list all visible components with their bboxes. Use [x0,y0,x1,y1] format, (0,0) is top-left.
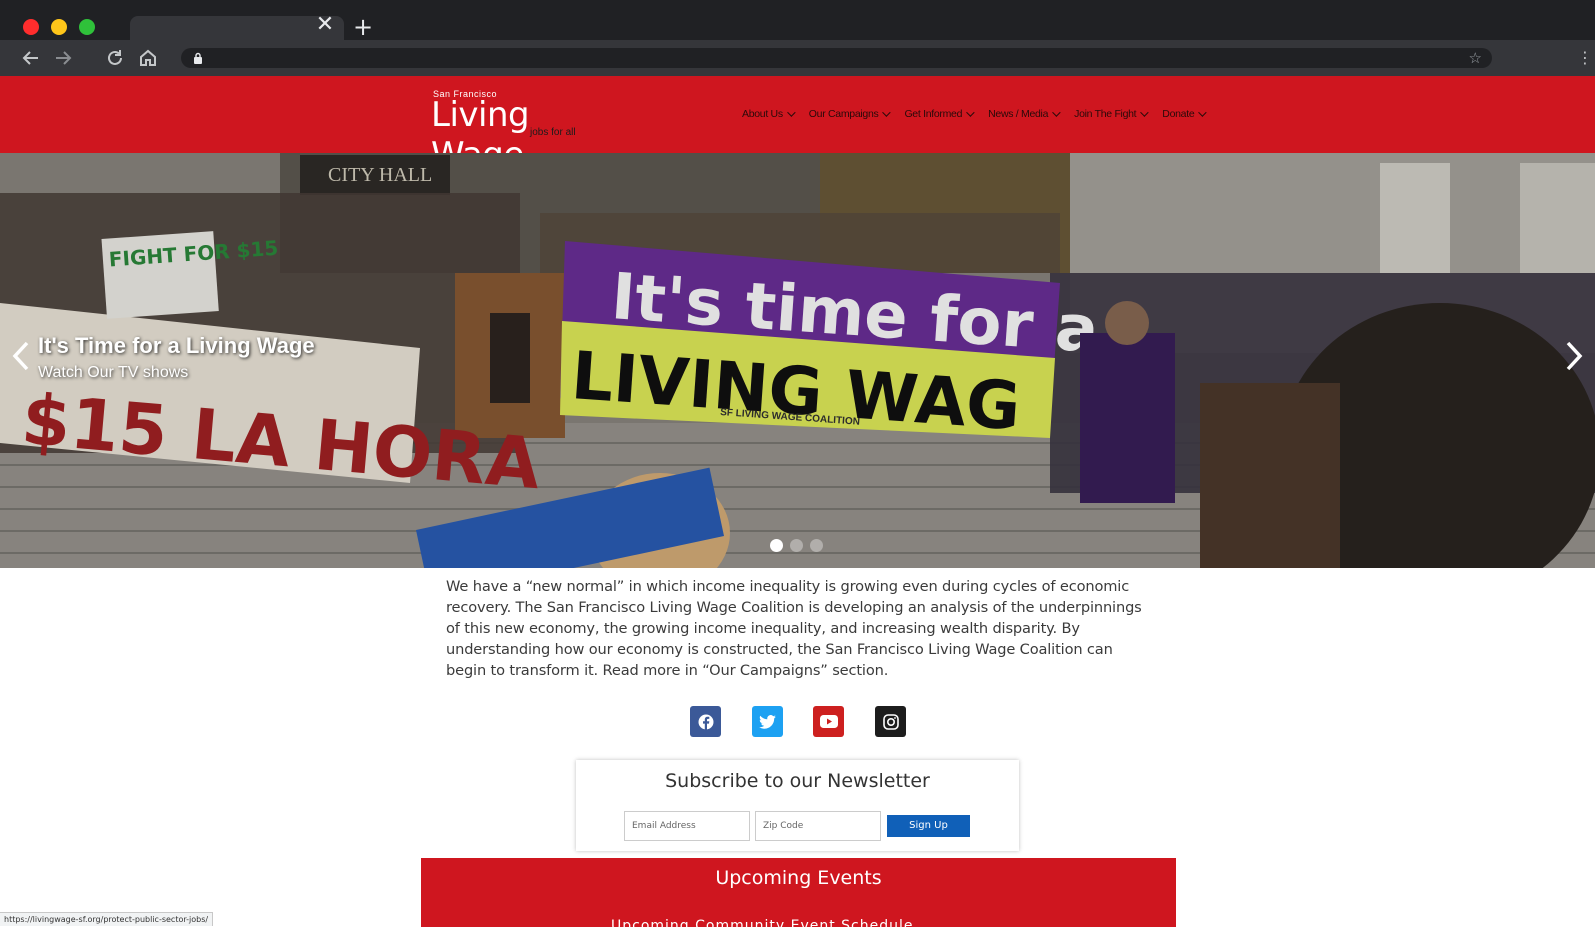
nav-join-the-fight[interactable]: Join The Fight [1074,106,1149,122]
slider-dots [770,539,823,552]
new-tab-button[interactable]: + [353,15,373,39]
slider-prev-icon[interactable] [8,339,34,373]
logo-tagline: jobs for all [530,127,576,138]
address-bar[interactable]: ☆ [181,48,1492,68]
home-icon[interactable] [136,46,160,70]
browser-toolbar: ☆ ⋮ [0,40,1595,76]
events-peek-text[interactable]: Upcoming Community Event Schedule [611,918,914,927]
forward-icon[interactable] [51,46,75,70]
site-logo[interactable]: San Francisco Living Wage jobs for all [431,89,631,175]
nav-donate[interactable]: Donate [1162,106,1208,122]
nav-label: News / Media [988,108,1049,120]
events-title: Upcoming Events [715,867,882,889]
back-icon[interactable] [19,46,43,70]
hero-photo: CITY HALL It's time for a LIVING WAG SF … [0,153,1595,568]
nav-label: Get Informed [904,108,963,120]
tab-close-icon[interactable]: ✕ [314,14,336,36]
youtube-button[interactable] [813,706,844,737]
menu-icon[interactable]: ⋮ [1577,46,1593,70]
sign-up-button[interactable]: Sign Up [887,815,970,837]
hero-slider[interactable]: CITY HALL It's time for a LIVING WAG SF … [0,153,1595,568]
chevron-down-icon [966,108,975,117]
newsletter-box: Subscribe to our Newsletter Email Addres… [576,760,1019,851]
facebook-button[interactable] [690,706,721,737]
nav-get-informed[interactable]: Get Informed [904,106,975,122]
star-icon[interactable]: ☆ [1469,48,1482,68]
chevron-down-icon [1052,108,1061,117]
chevron-down-icon [882,108,892,117]
window-maximize-button[interactable] [79,19,95,35]
email-field[interactable]: Email Address [624,811,750,841]
twitter-icon [759,714,776,729]
facebook-icon [698,714,713,730]
nav-our-campaigns[interactable]: Our Campaigns [808,106,892,122]
site-header: San Francisco Living Wage jobs for all A… [0,76,1595,175]
instagram-button[interactable] [875,706,906,737]
newsletter-title: Subscribe to our Newsletter [665,770,930,792]
slider-next-icon[interactable] [1561,339,1587,373]
twitter-button[interactable] [752,706,783,737]
slider-dot[interactable] [790,539,803,552]
slider-dot[interactable] [810,539,823,552]
window-close-button[interactable] [23,19,39,35]
nav-label: About Us [742,108,783,120]
slider-dot[interactable] [770,539,783,552]
nav-label: Join The Fight [1074,108,1137,120]
intro-paragraph: We have a “new normal” in which income i… [446,578,1142,679]
slide-title[interactable]: It's Time for a Living Wage [38,333,315,359]
window-minimize-button[interactable] [51,19,67,35]
upcoming-events-section: Upcoming Events Upcoming Community Event… [421,858,1176,927]
nav-about-us[interactable]: About Us [742,106,796,122]
chevron-down-icon [786,108,796,117]
browser-tabstrip: ✕ + [0,0,1595,40]
chevron-down-icon [1198,108,1208,117]
status-url: https://livingwage-sf.org/protect-public… [0,912,214,926]
slide-subtitle[interactable]: Watch Our TV shows [38,364,188,382]
main-nav: About Us Our Campaigns Get Informed News… [742,106,1220,122]
nav-label: Our Campaigns [808,108,879,120]
nav-label: Donate [1162,108,1195,120]
lock-icon [194,52,202,64]
instagram-icon [882,713,899,730]
nav-news-media[interactable]: News / Media [988,106,1061,122]
browser-tab[interactable]: ✕ [130,14,344,40]
reload-icon[interactable] [103,46,127,70]
chevron-down-icon [1140,108,1149,117]
youtube-icon [819,715,838,728]
zip-code-field[interactable]: Zip Code [755,811,881,841]
